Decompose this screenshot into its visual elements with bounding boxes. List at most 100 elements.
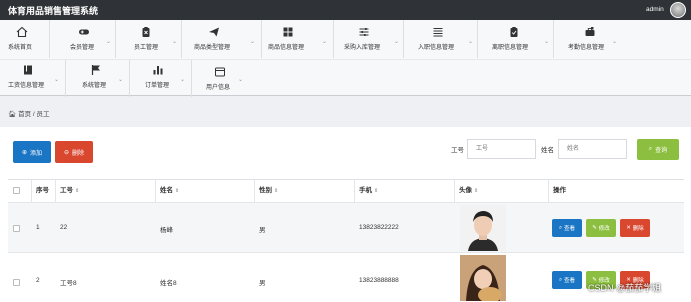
nav-item-home[interactable]: 系统首页 (0, 20, 50, 58)
nav-item-orders[interactable]: 订单管理 ⌄ (130, 60, 192, 98)
nav-label: 商品信息管理 (268, 45, 305, 51)
view-label: 查看 (564, 278, 576, 284)
flag-icon (90, 64, 102, 76)
search-button[interactable]: ⌕ 查询 (637, 139, 679, 160)
home-icon (16, 26, 28, 38)
cell-emp-no: 工号8 (60, 280, 77, 287)
emp-no-input[interactable] (467, 139, 536, 159)
header-actions: 操作 (553, 187, 566, 194)
grid-icon (282, 26, 294, 38)
row-checkbox[interactable] (13, 279, 20, 286)
table-row: 1 22 杨峰 男 13823822222 ⌕ 查看 ✎ 修改 ✕ 删除 (8, 202, 684, 252)
employee-photo (460, 255, 506, 301)
nav-item-product-types[interactable]: 商品类型管理 ⌄ (182, 20, 262, 58)
delete-button-label: 删除 (72, 150, 85, 157)
edit-icon: ✎ (592, 225, 597, 231)
header-name[interactable]: 姓名 ⇕ (156, 180, 255, 202)
name-input[interactable] (558, 139, 627, 159)
chevron-down-icon: ⌄ (322, 39, 328, 45)
app-title: 体育用品销售管理系统 (8, 6, 99, 16)
header-index: 序号 (32, 180, 56, 202)
emp-no-label: 工号 (451, 147, 464, 154)
nav-label: 采购入库管理 (344, 45, 381, 51)
plus-circle-icon: ⊕ (21, 149, 27, 156)
avatar[interactable] (670, 2, 686, 18)
add-button-label: 添加 (30, 150, 43, 157)
nav-item-system[interactable]: 系统管理 ⌄ (66, 60, 130, 98)
header-avatar[interactable]: 头像 ⇕ (455, 180, 549, 202)
nav-label: 会员管理 (70, 45, 95, 51)
view-button[interactable]: ⌕ 查看 (552, 219, 582, 237)
cell-phone: 13823888888 (359, 277, 399, 284)
top-bar: 体育用品销售管理系统 admin (0, 0, 691, 20)
remove-button[interactable]: ✕ 删除 (620, 219, 650, 237)
nav-label: 系统首页 (8, 45, 33, 51)
nav-item-purchase[interactable]: 采购入库管理 ⌄ (334, 20, 404, 58)
nav-item-resignation[interactable]: 离职信息管理 ⌄ (478, 20, 554, 58)
edit-label: 修改 (598, 226, 610, 232)
cell-index: 1 (36, 224, 40, 231)
chevron-down-icon: ⌄ (544, 39, 550, 45)
view-button[interactable]: ⌕ 查看 (552, 271, 582, 289)
nav-item-product-info[interactable]: 商品信息管理 ⌄ (262, 20, 334, 58)
chevron-down-icon: ⌄ (612, 39, 618, 45)
search-icon: ⌕ (558, 276, 563, 283)
header-phone[interactable]: 手机 ⇕ (355, 180, 455, 202)
row-checkbox[interactable] (13, 225, 20, 232)
nav-item-user-info[interactable]: 用户信息 ⌄ (192, 60, 254, 98)
header-label: 头像 (459, 187, 472, 194)
nav-label: 工资信息管理 (8, 83, 45, 89)
edit-button[interactable]: ✎ 修改 (586, 219, 616, 237)
close-icon: ✕ (626, 225, 631, 231)
nav-label: 订单管理 (145, 83, 170, 89)
chevron-down-icon: ⌄ (394, 39, 400, 45)
nav-item-staff[interactable]: 员工管理 ⌄ (116, 20, 182, 58)
book-icon (22, 64, 34, 76)
window-icon (214, 66, 226, 78)
minus-circle-icon: ⊖ (63, 149, 69, 156)
chevron-down-icon: ⌄ (172, 39, 178, 45)
breadcrumb: 🏠︎ 首页 / 员工 (8, 108, 50, 118)
sort-icon: ⇕ (374, 188, 379, 194)
view-label: 查看 (564, 226, 576, 232)
select-all-checkbox[interactable] (13, 187, 20, 194)
chevron-down-icon: ⌄ (250, 39, 256, 45)
add-button[interactable]: ⊕ 添加 (13, 141, 51, 163)
header-label: 工号 (60, 187, 73, 194)
nav-label: 入职信息管理 (418, 45, 455, 51)
chevron-down-icon: ⌄ (180, 77, 186, 83)
nav-item-attendance[interactable]: 考勤信息管理 ⌄ (554, 20, 632, 58)
user-name[interactable]: admin (646, 6, 664, 13)
list-icon (432, 26, 444, 38)
cell-name: 杨峰 (160, 227, 173, 234)
nav-label: 用户信息 (206, 85, 231, 91)
nav-label: 员工管理 (134, 45, 159, 51)
header-label: 姓名 (160, 187, 173, 194)
chevron-down-icon: ⌄ (106, 39, 112, 45)
header-emp-no[interactable]: 工号 ⇕ (56, 180, 156, 202)
bar-chart-icon (152, 64, 164, 76)
nav-item-onboarding[interactable]: 入职信息管理 ⌄ (404, 20, 478, 58)
remove-label: 删除 (632, 226, 644, 232)
header-label: 手机 (359, 187, 372, 194)
cell-index: 2 (36, 277, 40, 284)
chevron-down-icon: ⌄ (238, 77, 244, 83)
breadcrumb-home[interactable]: 首页 (18, 111, 31, 118)
employee-table: 序号 工号 ⇕ 姓名 ⇕ 性别 ⇕ 手机 ⇕ 头像 ⇕ 操作 1 22 杨峰 男 1382… (8, 179, 684, 302)
nav-label: 考勤信息管理 (568, 45, 605, 51)
paper-plane-icon (208, 26, 220, 38)
chevron-down-icon: ⌄ (54, 77, 60, 83)
search-button-label: 查询 (655, 148, 668, 154)
home-icon[interactable]: 🏠︎ (8, 111, 16, 118)
nav-label: 系统管理 (82, 83, 107, 89)
delete-button[interactable]: ⊖ 删除 (55, 141, 93, 163)
nav-item-salary[interactable]: 工资信息管理 ⌄ (0, 60, 66, 98)
nav-label: 离职信息管理 (492, 45, 529, 51)
clipboard-check-icon (508, 26, 520, 38)
header-gender[interactable]: 性别 ⇕ (255, 180, 355, 202)
cell-name: 姓名8 (160, 280, 177, 287)
sort-icon: ⇕ (75, 188, 80, 194)
gamepad-icon (78, 26, 90, 38)
header-select-all (8, 180, 32, 202)
nav-item-members[interactable]: 会员管理 ⌄ (50, 20, 116, 58)
